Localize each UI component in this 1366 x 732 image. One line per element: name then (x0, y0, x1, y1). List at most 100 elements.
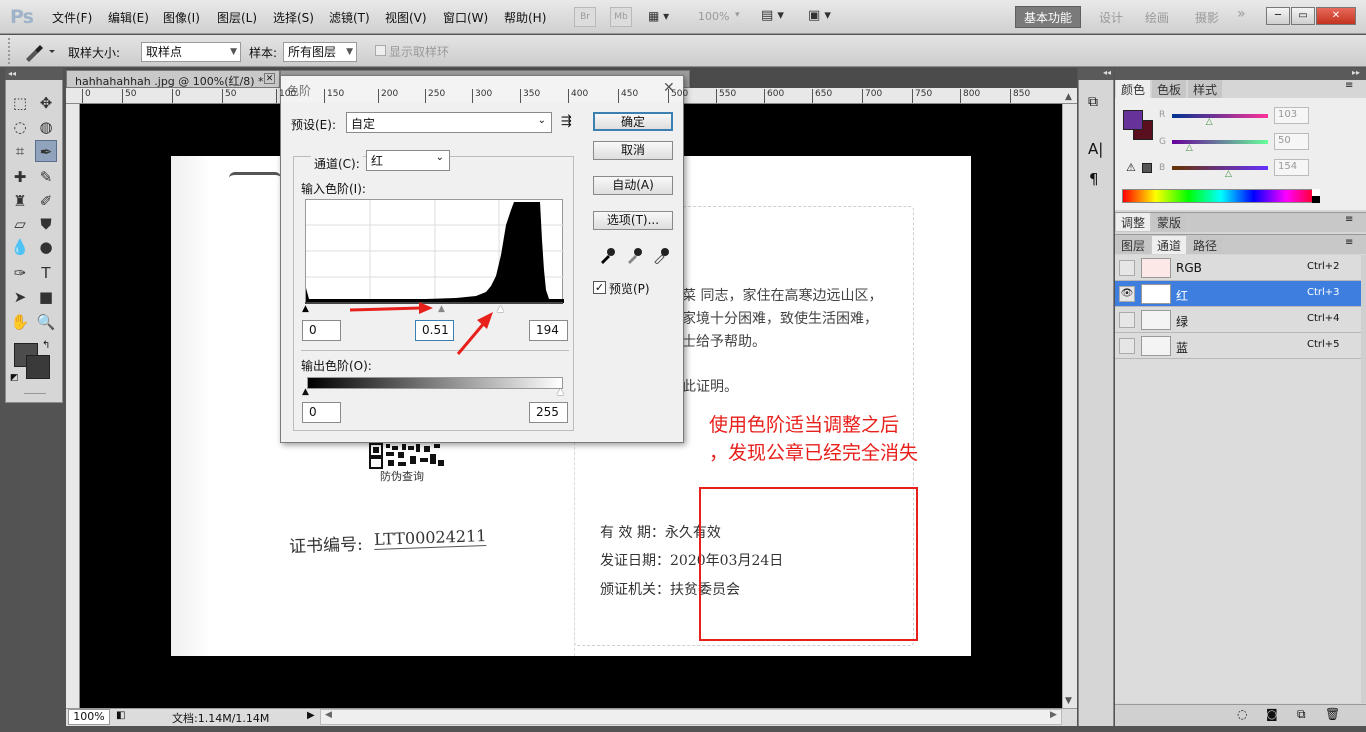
view-extras-icon[interactable]: ▦ ▾ (648, 9, 669, 23)
mini-bridge-button[interactable]: Mb (610, 7, 632, 27)
white-point-eyedropper-icon[interactable] (653, 246, 669, 267)
scroll-right-icon[interactable]: ▶ (1050, 710, 1057, 720)
tab-layers[interactable]: 图层 (1116, 236, 1151, 254)
tab-paths[interactable]: 路径 (1188, 236, 1223, 254)
healing-brush-tool-icon[interactable]: ✚ (9, 166, 31, 188)
g-value-field[interactable]: 50 (1274, 133, 1309, 150)
g-slider-thumb[interactable]: △ (1186, 143, 1193, 153)
workspace-painting[interactable]: 绘画 (1145, 9, 1169, 26)
b-slider[interactable] (1172, 166, 1268, 170)
save-selection-icon[interactable]: ◙ (1266, 707, 1278, 721)
b-slider-thumb[interactable]: △ (1225, 169, 1232, 179)
rectangle-tool-icon[interactable]: ■ (35, 286, 57, 308)
more-workspaces-icon[interactable]: » (1237, 6, 1246, 22)
menu-help[interactable]: 帮助(H) (504, 9, 546, 26)
zoom-arrow-icon[interactable]: ▾ (735, 10, 740, 20)
eraser-tool-icon[interactable]: ▱ (9, 213, 31, 235)
document-tab-active[interactable]: hahhahahhah .jpg @ 100%(红/8) * ✕ (66, 70, 280, 88)
fg-color-box[interactable] (1123, 110, 1143, 130)
paint-bucket-tool-icon[interactable]: ⛊ (35, 213, 57, 235)
spectrum-black-swatch[interactable] (1312, 196, 1320, 203)
scroll-down-icon[interactable]: ▼ (1065, 696, 1072, 706)
preset-options-icon[interactable]: ⇶ (561, 114, 572, 129)
menu-layer[interactable]: 图层(L) (217, 9, 257, 26)
status-info-icon[interactable]: ◧ (116, 710, 125, 721)
eye-icon[interactable]: 👁 (1119, 286, 1135, 302)
arrange-documents-icon[interactable]: ▤ ▾ (761, 8, 784, 23)
pen-tool-icon[interactable]: ✑ (9, 262, 31, 284)
maximize-button[interactable]: ▭ (1291, 7, 1315, 25)
eyedropper-tool-icon[interactable]: ✒ (35, 140, 57, 162)
workspace-essentials[interactable]: 基本功能 (1015, 6, 1081, 28)
adjust-panel-menu-icon[interactable]: ≡ (1345, 214, 1353, 225)
tab-masks[interactable]: 蒙版 (1152, 213, 1187, 231)
output-black-field[interactable]: 0 (302, 402, 341, 423)
out-of-gamut-warning-icon[interactable]: ⚠ (1126, 161, 1136, 174)
type-tool-icon[interactable]: T (35, 262, 57, 284)
output-white-slider[interactable]: ▲ (557, 387, 564, 397)
close-button[interactable]: ✕ (1316, 7, 1356, 25)
ok-button[interactable]: 确定 (593, 112, 673, 131)
swap-colors-icon[interactable]: ↰ (42, 340, 50, 351)
load-selection-icon[interactable]: ◌ (1237, 707, 1247, 721)
preview-checkbox[interactable]: ✓ (593, 281, 606, 294)
sample-size-select[interactable]: 取样点 ▼ (141, 42, 241, 62)
options-button[interactable]: 选项(T)... (593, 211, 673, 230)
zoom-level-menu[interactable]: 100% (698, 10, 729, 23)
lasso-tool-icon[interactable]: ◌ (9, 116, 31, 138)
preset-select[interactable]: 自定 ⌄ (346, 112, 552, 133)
gamut-swatch[interactable] (1142, 163, 1152, 173)
tab-close-icon[interactable]: ✕ (264, 73, 275, 84)
menu-window[interactable]: 窗口(W) (443, 9, 488, 26)
input-black-field[interactable]: 0 (302, 320, 341, 341)
visibility-toggle[interactable] (1119, 338, 1135, 354)
color-spectrum-bar[interactable] (1122, 189, 1320, 203)
cancel-button[interactable]: 取消 (593, 141, 673, 160)
input-black-slider[interactable]: ▲ (302, 304, 309, 314)
menu-edit[interactable]: 编辑(E) (108, 9, 149, 26)
screen-mode-icon[interactable]: ▣ ▾ (808, 8, 831, 23)
sample-select[interactable]: 所有图层 ▼ (283, 42, 357, 62)
b-value-field[interactable]: 154 (1274, 159, 1309, 176)
channel-row-green[interactable]: 绿 Ctrl+4 (1115, 307, 1361, 333)
r-slider[interactable] (1172, 114, 1268, 118)
auto-button[interactable]: 自动(A) (593, 176, 673, 195)
path-selection-tool-icon[interactable]: ➤ (9, 286, 31, 308)
tab-color[interactable]: 颜色 (1116, 80, 1151, 98)
gray-point-eyedropper-icon[interactable] (626, 246, 642, 267)
channels-panel-menu-icon[interactable]: ≡ (1345, 237, 1353, 248)
visibility-toggle[interactable] (1119, 312, 1135, 328)
default-colors-icon[interactable]: ◩ (10, 373, 19, 383)
show-ring-checkbox[interactable] (375, 45, 386, 56)
quick-select-tool-icon[interactable]: ◍ (35, 116, 57, 138)
character-panel-icon[interactable]: A| (1088, 140, 1103, 158)
background-color-swatch[interactable] (26, 355, 50, 379)
menu-image[interactable]: 图像(I) (163, 9, 200, 26)
zoom-tool-icon[interactable]: 🔍 (35, 311, 57, 333)
output-white-field[interactable]: 255 (529, 402, 568, 423)
channel-row-rgb[interactable]: RGB Ctrl+2 (1115, 255, 1361, 281)
workspace-design[interactable]: 设计 (1099, 9, 1123, 26)
new-channel-icon[interactable]: ⧉ (1297, 707, 1306, 722)
menu-filter[interactable]: 滤镜(T) (329, 9, 370, 26)
visibility-toggle[interactable] (1119, 260, 1135, 276)
clone-stamp-tool-icon[interactable]: ♜ (9, 190, 31, 212)
input-white-field[interactable]: 194 (529, 320, 568, 341)
black-point-eyedropper-icon[interactable] (599, 246, 615, 267)
brush-tool-icon[interactable]: ✎ (35, 166, 57, 188)
menu-view[interactable]: 视图(V) (385, 9, 427, 26)
hand-tool-icon[interactable]: ✋ (9, 311, 31, 333)
spectrum-white-swatch[interactable] (1312, 189, 1320, 196)
r-value-field[interactable]: 103 (1274, 107, 1309, 124)
r-slider-thumb[interactable]: △ (1206, 117, 1213, 127)
zoom-field[interactable]: 100% (68, 709, 110, 725)
minimize-button[interactable]: ─ (1266, 7, 1290, 25)
delete-channel-icon[interactable]: 🗑 (1325, 707, 1340, 721)
marquee-tool-icon[interactable]: ⬚ (9, 92, 31, 114)
dodge-tool-icon[interactable]: ● (35, 236, 57, 258)
menu-select[interactable]: 选择(S) (273, 9, 314, 26)
workspace-photography[interactable]: 摄影 (1195, 9, 1219, 26)
blur-tool-icon[interactable]: 💧 (9, 236, 31, 258)
crop-tool-icon[interactable]: ⌗ (9, 140, 31, 162)
move-tool-icon[interactable]: ✥ (35, 92, 57, 114)
